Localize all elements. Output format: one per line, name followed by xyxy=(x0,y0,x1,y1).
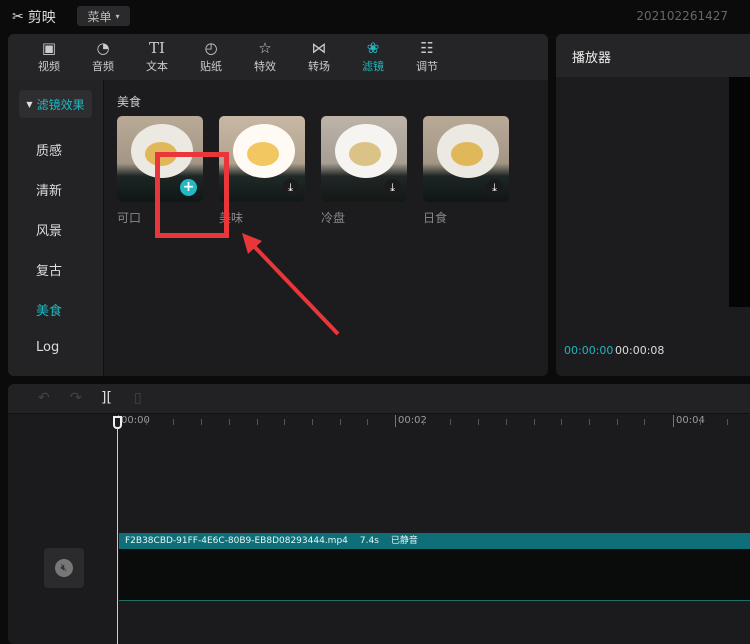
annotation-arrow xyxy=(242,233,340,336)
